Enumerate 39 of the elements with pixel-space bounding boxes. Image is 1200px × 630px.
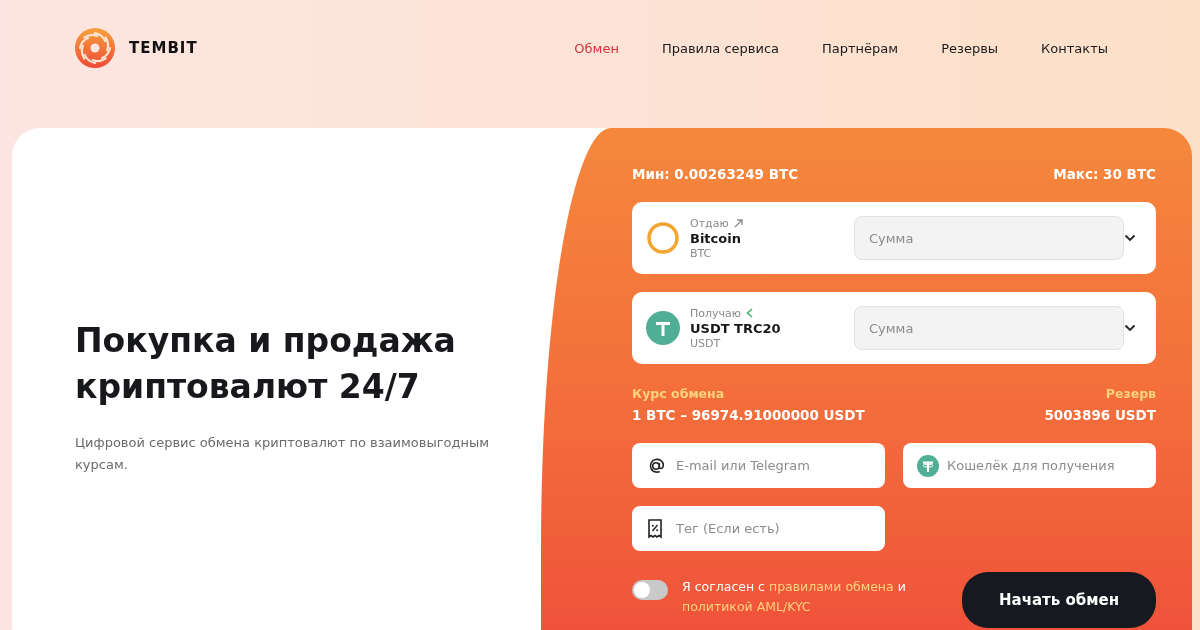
nav-link[interactable]: Правила сервиса	[661, 40, 780, 56]
exchange-rate: 1 BTC – 96974.91000000 USDT	[632, 407, 865, 423]
rate-label: Курс обмена	[632, 386, 725, 401]
currency-ticker: USDT	[690, 336, 722, 350]
nav-link[interactable]: Контакты	[1041, 40, 1108, 56]
coin-ring-icon	[646, 221, 680, 255]
reserve-amount: 5003896 USDT	[1044, 407, 1156, 423]
nav-link[interactable]: Партнёрам	[822, 40, 899, 56]
hero-heading: Покупка и продажа криптовалют 24/7	[75, 320, 457, 408]
logo-icon	[75, 28, 115, 68]
min-amount: Мин: 0.00263249 BTC	[632, 166, 799, 182]
input-field[interactable]: Тег (Если есть)	[632, 506, 885, 551]
arrow-up-right-icon	[733, 218, 743, 228]
currency-name: USDT TRC20	[690, 320, 782, 336]
agree-toggle[interactable]	[632, 580, 668, 600]
chevron-down-icon[interactable]	[1124, 324, 1136, 332]
hero-subtitle: Цифровой сервис обмена криптовалют по взаимовыгодным курсам.	[75, 434, 490, 474]
currency-selector[interactable]: Получаю USDT TRC20 USDT Сумма	[632, 292, 1156, 364]
amount-field[interactable]: Сумма	[854, 306, 1124, 350]
currency-name: Bitcoin	[690, 230, 742, 246]
amount-field[interactable]: Сумма	[854, 216, 1124, 260]
chevron-down-icon[interactable]	[1124, 234, 1136, 242]
tether-icon	[646, 311, 680, 345]
start-exchange-button[interactable]: Начать обмен	[962, 572, 1156, 628]
input-field[interactable]: E-mail или Telegram	[632, 443, 885, 488]
receipt-icon	[646, 518, 664, 539]
direction-label: Получаю	[690, 306, 742, 320]
agreement-text: Я согласен с правилами обмена и политикой AML/KYC	[682, 578, 907, 616]
currency-selector[interactable]: Отдаю Bitcoin BTC Сумма	[632, 202, 1156, 274]
max-amount: Макс: 30 BTC	[1053, 166, 1156, 182]
reserve-label: Резерв	[1105, 386, 1156, 401]
brand-name: TEMBIT	[129, 39, 198, 57]
tether-icon	[917, 454, 939, 477]
nav-link[interactable]: Обмен	[574, 40, 619, 56]
direction-label: Отдаю	[690, 216, 729, 230]
arrow-left-icon	[746, 308, 754, 318]
currency-ticker: BTC	[690, 246, 713, 260]
input-field[interactable]: Кошелёк для получения	[903, 443, 1156, 488]
nav-link[interactable]: Резервы	[941, 40, 999, 56]
